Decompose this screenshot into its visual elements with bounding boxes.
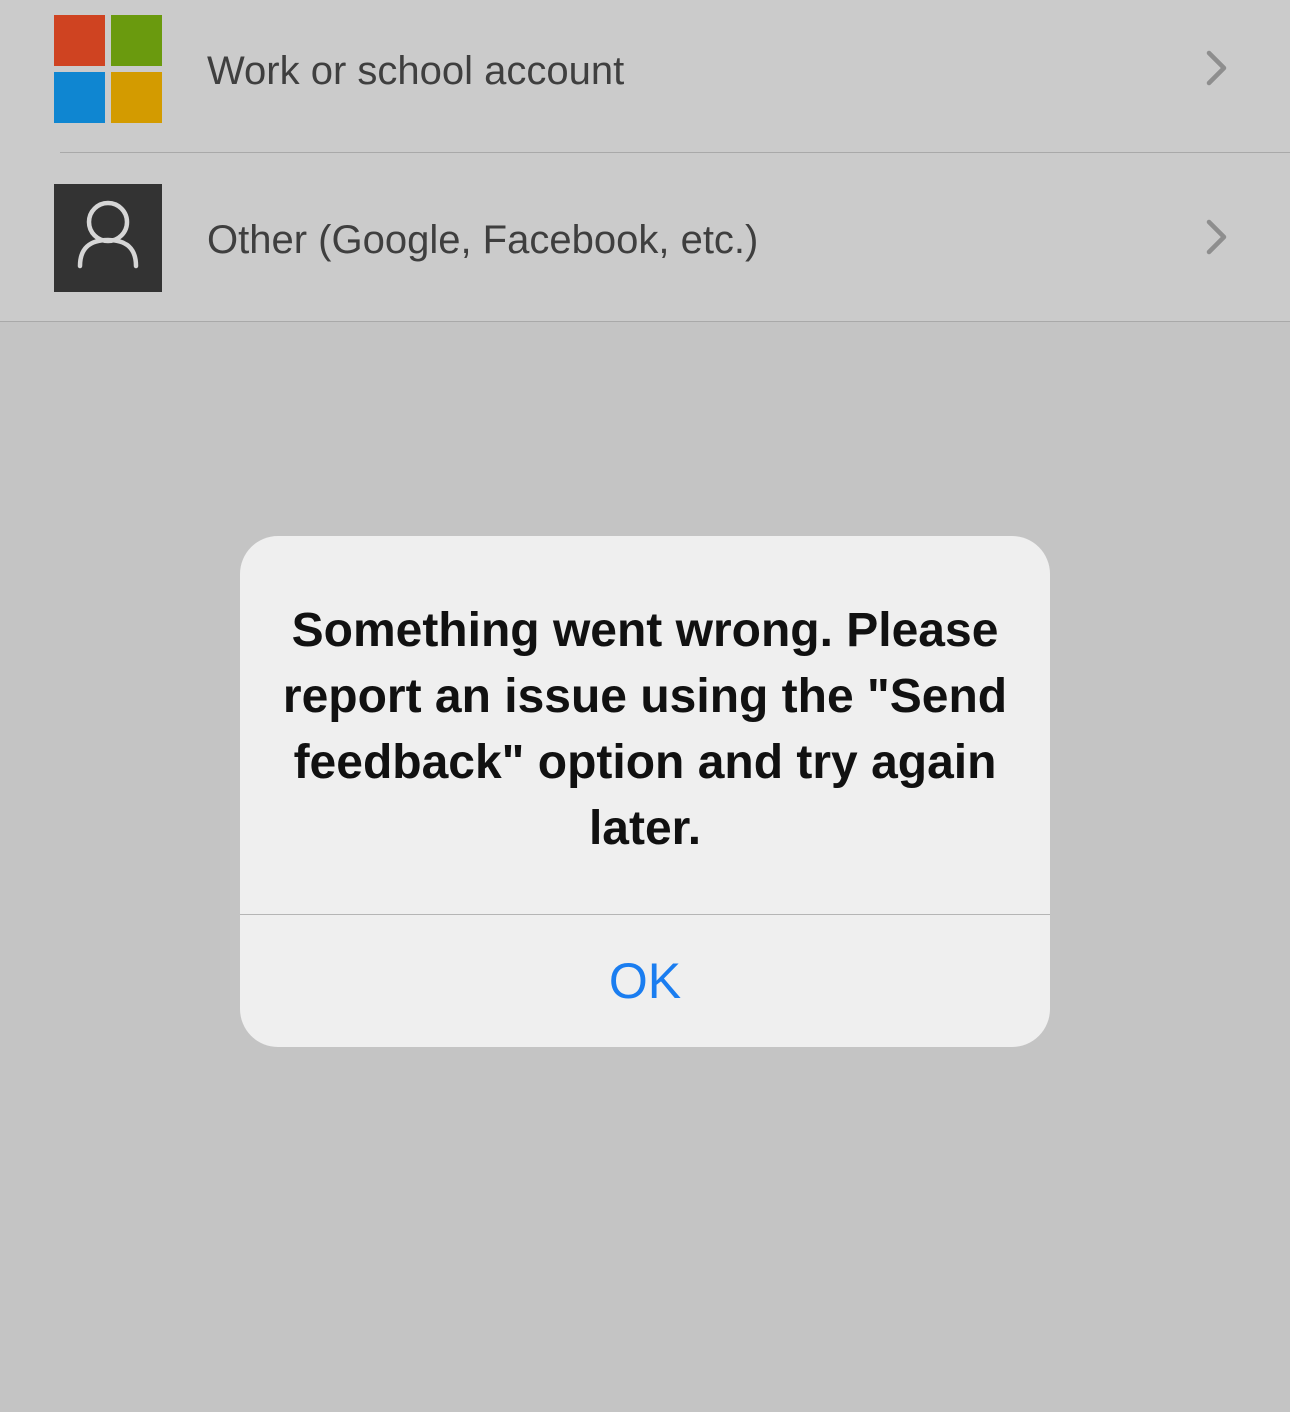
logo-square-yellow — [111, 72, 162, 123]
other-account-item[interactable]: Other (Google, Facebook, etc.) — [0, 166, 1290, 316]
row-divider — [60, 152, 1290, 153]
list-bottom-border — [0, 321, 1290, 322]
logo-square-blue — [54, 72, 105, 123]
alert-message: Something went wrong. Please report an i… — [282, 604, 1008, 855]
work-or-school-account-item[interactable]: Work or school account — [0, 0, 1290, 150]
chevron-right-icon — [1206, 219, 1227, 255]
work-or-school-account-label: Work or school account — [207, 49, 625, 93]
person-icon — [54, 184, 162, 292]
microsoft-logo-icon — [54, 15, 162, 123]
error-alert-dialog: Something went wrong. Please report an i… — [240, 536, 1050, 1047]
chevron-right-icon — [1206, 50, 1227, 86]
ok-button[interactable]: OK — [240, 915, 1050, 1047]
other-account-label: Other (Google, Facebook, etc.) — [207, 218, 759, 262]
logo-square-green — [111, 15, 162, 66]
account-type-list: Work or school account Other (Google, Fa… — [0, 0, 1290, 322]
logo-square-red — [54, 15, 105, 66]
